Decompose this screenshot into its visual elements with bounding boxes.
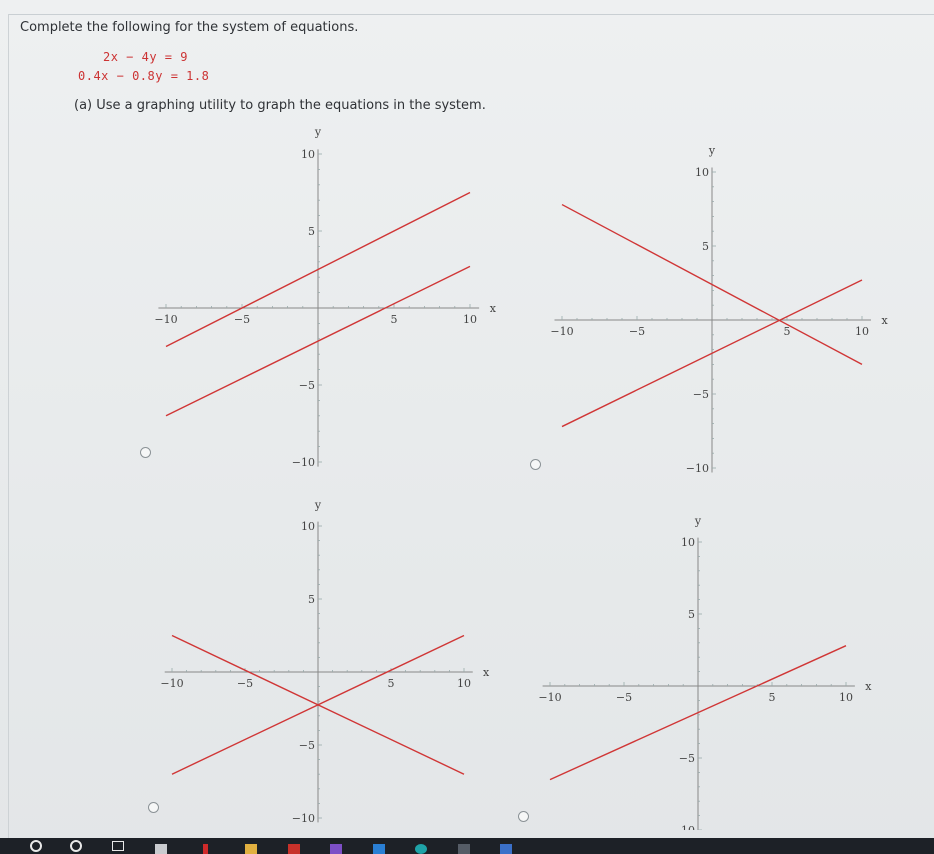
part-a-instruction: (a) Use a graphing utility to graph the …	[74, 98, 486, 113]
y-axis-label: y	[694, 515, 702, 528]
divider	[8, 14, 934, 15]
y-tick-label: −5	[299, 379, 315, 392]
y-tick-label: 10	[695, 166, 709, 179]
y-tick-label: −10	[292, 812, 315, 825]
x-axis-label: x	[490, 302, 497, 315]
x-axis-label: x	[882, 314, 889, 327]
app-icon[interactable]	[155, 844, 167, 854]
y-axis-label: y	[314, 126, 322, 139]
graph-option-a: −10 −5 5 10 10 5 −5 −10 x y	[154, 126, 497, 469]
y-tick-label: 5	[702, 240, 709, 253]
y-tick-label: 10	[301, 148, 315, 161]
app-icon[interactable]	[245, 844, 257, 854]
y-tick-label: 5	[308, 593, 315, 606]
graph-option-c: −10 −5 5 10 10 5 −5 −10 x y	[160, 500, 490, 825]
y-tick-label: −5	[679, 752, 695, 765]
search-icon[interactable]	[30, 840, 42, 852]
equation-2: 0.4x − 0.8y = 1.8	[78, 69, 210, 83]
taskbar	[0, 838, 934, 854]
cortana-icon[interactable]	[70, 840, 82, 852]
radio-option-a[interactable]	[140, 447, 151, 458]
y-tick-label: 5	[688, 608, 695, 621]
x-tick-label: −10	[160, 677, 183, 690]
app-icon[interactable]	[500, 844, 512, 854]
x-tick-label: 5	[769, 691, 776, 704]
radio-option-b[interactable]	[530, 459, 541, 470]
graph-option-b: −10 −5 5 10 10 5 −5 −10 x y	[550, 144, 889, 475]
x-tick-label: 10	[457, 677, 471, 690]
x-tick-label: −10	[550, 325, 573, 338]
y-tick-label: −10	[672, 824, 695, 830]
x-axis-label: x	[865, 680, 872, 693]
y-tick-label: −10	[686, 462, 709, 475]
y-tick-label: −5	[693, 388, 709, 401]
x-tick-label: 5	[391, 313, 398, 326]
x-tick-label: 10	[855, 325, 869, 338]
divider	[8, 14, 9, 838]
app-icon[interactable]	[288, 844, 300, 854]
app-icon[interactable]	[203, 844, 208, 854]
task-view-icon[interactable]	[112, 841, 124, 851]
x-axis-label: x	[483, 666, 490, 679]
x-tick-label: 10	[463, 313, 477, 326]
x-tick-label: 10	[839, 691, 853, 704]
app-icon[interactable]	[458, 844, 470, 854]
app-icon[interactable]	[415, 844, 427, 854]
radio-option-c[interactable]	[148, 802, 159, 813]
app-icon[interactable]	[330, 844, 342, 854]
question-page: Complete the following for the system of…	[0, 0, 934, 854]
y-tick-label: −5	[299, 739, 315, 752]
y-axis-label: y	[708, 144, 716, 157]
x-tick-label: −10	[154, 313, 177, 326]
graph-option-d: −10 −5 5 10 10 5 −5 −10 x y	[538, 515, 872, 830]
x-tick-label: −5	[616, 691, 632, 704]
x-tick-label: 5	[784, 325, 791, 338]
app-icon[interactable]	[373, 844, 385, 854]
y-tick-label: 5	[308, 225, 315, 238]
x-tick-label: −5	[234, 313, 250, 326]
x-tick-label: −5	[629, 325, 645, 338]
y-axis-label: y	[314, 500, 322, 511]
equation-1: 2x − 4y = 9	[103, 50, 188, 64]
y-tick-label: −10	[292, 456, 315, 469]
question-prompt: Complete the following for the system of…	[20, 20, 359, 35]
x-tick-label: 5	[388, 677, 395, 690]
radio-option-d[interactable]	[518, 811, 529, 822]
y-tick-label: 10	[681, 536, 695, 549]
x-tick-label: −5	[237, 677, 253, 690]
x-tick-label: −10	[538, 691, 561, 704]
y-tick-label: 10	[301, 520, 315, 533]
